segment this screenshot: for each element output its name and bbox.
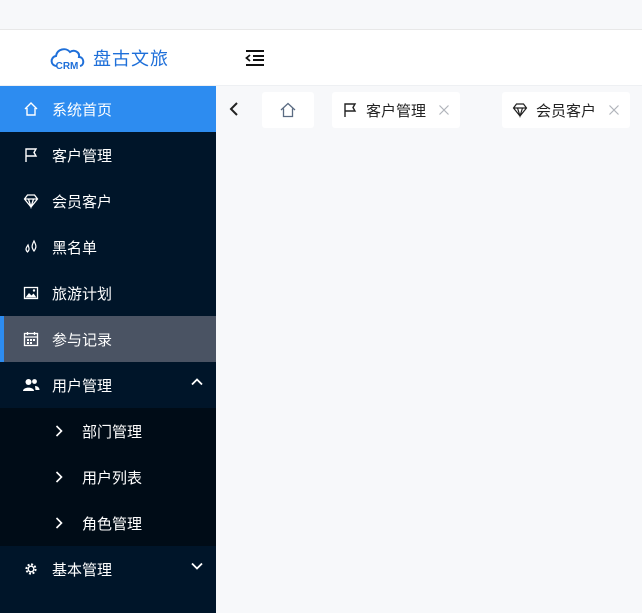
sidebar-subitem-departments[interactable]: 部门管理 [0, 408, 216, 454]
browser-top-strip [0, 0, 642, 30]
sidebar-item-label: 会员客户 [52, 193, 113, 211]
app-name: 盘古文旅 [93, 48, 169, 69]
sidebar-item-label: 用户管理 [52, 377, 113, 395]
sidebar-item-label: 系统首页 [52, 101, 113, 119]
user-management-submenu: 部门管理 用户列表 角色管理 [0, 408, 216, 546]
sidebar-item-label: 参与记录 [52, 331, 113, 349]
home-icon [279, 101, 297, 119]
sidebar-item-user-management[interactable]: 用户管理 [0, 362, 216, 408]
drops-icon [22, 238, 40, 256]
sidebar-subitem-user-list[interactable]: 用户列表 [0, 454, 216, 500]
diamond-icon [22, 192, 40, 210]
sidebar-item-blacklist[interactable]: 黑名单 [0, 224, 216, 270]
sidebar-item-label: 黑名单 [52, 239, 98, 257]
users-icon [22, 376, 40, 394]
sidebar-item-label: 基本管理 [52, 561, 113, 579]
collapse-menu-icon[interactable] [244, 47, 266, 69]
sidebar-item-label: 用户列表 [82, 469, 143, 487]
close-icon[interactable] [438, 104, 450, 116]
tab-customers[interactable]: 客户管理 [332, 92, 461, 128]
tabs-bar: 客户管理 会员客户 [216, 86, 642, 132]
sidebar-subitem-roles[interactable]: 角色管理 [0, 500, 216, 546]
gear-icon [22, 560, 40, 578]
chevron-up-icon[interactable] [190, 375, 204, 389]
tab-members[interactable]: 会员客户 [502, 92, 631, 128]
home-icon [22, 100, 40, 118]
svg-text:CRM: CRM [56, 61, 79, 72]
calendar-icon [22, 330, 40, 348]
chevron-right-icon [50, 514, 68, 532]
flag-icon [22, 146, 40, 164]
tab-home[interactable] [262, 92, 314, 128]
sidebar-item-basic-management[interactable]: 基本管理 [0, 546, 216, 592]
tab-label: 客户管理 [366, 102, 427, 120]
chevron-right-icon [50, 422, 68, 440]
sidebar-item-label: 角色管理 [82, 515, 143, 533]
flag-icon [342, 101, 360, 119]
chevron-right-icon [50, 468, 68, 486]
sidebar-item-label: 客户管理 [52, 147, 113, 165]
close-icon[interactable] [608, 104, 620, 116]
sidebar-item-customers[interactable]: 客户管理 [0, 132, 216, 178]
sidebar-item-home[interactable]: 系统首页 [0, 86, 216, 132]
chevron-left-icon[interactable] [222, 97, 246, 121]
image-icon [22, 284, 40, 302]
crm-cloud-logo-icon: CRM [50, 47, 85, 72]
main-content [216, 132, 642, 613]
chevron-down-icon[interactable] [190, 559, 204, 573]
app-logo[interactable]: CRM 盘古文旅 [0, 30, 216, 86]
tab-label: 会员客户 [536, 102, 597, 120]
sidebar: CRM 盘古文旅 系统首页 客户管理 会员客户 黑名单 旅游计划 参与记录 用户… [0, 30, 216, 613]
diamond-icon [512, 101, 530, 119]
sidebar-item-travel-plan[interactable]: 旅游计划 [0, 270, 216, 316]
sidebar-item-label: 旅游计划 [52, 285, 113, 303]
sidebar-item-label: 部门管理 [82, 423, 143, 441]
sidebar-item-participation[interactable]: 参与记录 [0, 316, 216, 362]
top-header [216, 30, 642, 86]
sidebar-item-members[interactable]: 会员客户 [0, 178, 216, 224]
